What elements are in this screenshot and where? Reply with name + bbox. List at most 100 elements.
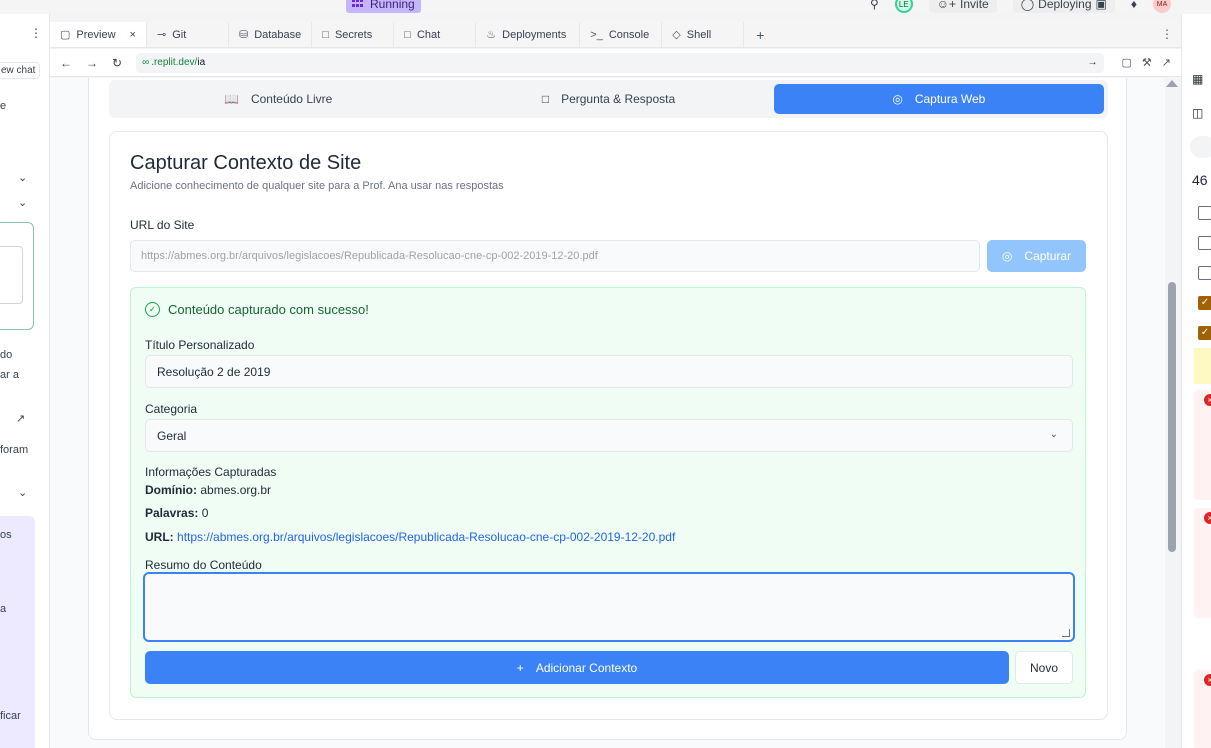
panel-icon[interactable]: ▦ <box>1192 72 1203 86</box>
add-tab-button[interactable]: + <box>744 22 776 47</box>
tab-captura-web[interactable]: ◎ Captura Web <box>773 84 1104 114</box>
preview-scrollbar[interactable] <box>1165 78 1179 748</box>
tab-shell[interactable]: ◇ Shell <box>662 22 745 47</box>
task-checkbox[interactable]: ✓ <box>1198 326 1211 340</box>
close-icon[interactable]: × <box>130 29 136 41</box>
page-title: Capturar Contexto de Site <box>130 152 362 174</box>
add-context-button[interactable]: + Adicionar Contexto <box>145 651 1009 684</box>
chat-textarea[interactable] <box>0 246 23 304</box>
error-icon: × <box>1204 674 1211 686</box>
external-link-icon[interactable]: ↗ <box>16 412 25 425</box>
chat-text-fragment: ar a <box>0 369 19 381</box>
plus-icon: + <box>516 660 524 675</box>
capture-label: Capturar <box>1024 249 1072 263</box>
refresh-icon[interactable]: ↻ <box>112 56 122 70</box>
error-icon: × <box>1204 512 1211 524</box>
chat-text-fragment: os <box>0 529 12 541</box>
category-select[interactable]: Geral ⌄ <box>145 419 1073 452</box>
search-icon[interactable]: ⚲ <box>870 0 879 11</box>
scroll-up-icon[interactable] <box>1166 80 1178 87</box>
url-label: URL do Site <box>130 218 195 232</box>
tab-pergunta-resposta[interactable]: □ Pergunta & Resposta <box>443 84 773 114</box>
go-arrow-icon[interactable]: → <box>1088 57 1098 68</box>
forward-arrow-icon[interactable]: → <box>86 56 98 70</box>
capture-card: Capturar Contexto de Site Adicione conhe… <box>109 131 1108 720</box>
summary-textarea[interactable] <box>143 572 1075 642</box>
task-checkbox[interactable] <box>1198 266 1211 280</box>
tab-deployments[interactable]: ♨ Deployments <box>476 22 581 47</box>
avatar[interactable]: LE <box>894 0 913 13</box>
words-label: Palavras: <box>145 506 199 520</box>
filter-pill[interactable] <box>1190 136 1211 158</box>
back-arrow-icon[interactable]: ← <box>60 56 72 70</box>
chevron-down-icon[interactable]: ⌄ <box>18 171 27 184</box>
captured-url-link[interactable]: https://abmes.org.br/arquivos/legislacoe… <box>177 530 675 544</box>
domain-label: Domínio: <box>145 483 197 497</box>
tab-database[interactable]: ⛁ Database <box>229 22 313 47</box>
globe-icon: ◎ <box>1001 249 1013 263</box>
domain-value: abmes.org.br <box>200 483 272 497</box>
mode-selector: 📖 Conteúdo Livre □ Pergunta & Resposta ◎… <box>109 80 1108 118</box>
running-status-button[interactable]: Running <box>346 0 421 13</box>
deploying-button[interactable]: ◯ Deploying ▣ <box>1012 0 1115 13</box>
tab-label: Console <box>608 28 650 41</box>
running-label: Running <box>370 0 415 11</box>
capture-button[interactable]: ◎ Capturar <box>987 240 1086 272</box>
tab-label: Shell <box>686 28 712 41</box>
terminal-icon: >_ <box>590 28 603 41</box>
tab-preview[interactable]: ▢ Preview × <box>50 22 147 47</box>
apps-grid-icon <box>352 0 364 9</box>
url-field[interactable]: ∞ .replit.dev/ ia → <box>136 52 1104 73</box>
chat-text-fragment: e <box>0 100 7 112</box>
scrollbar-thumb[interactable] <box>1168 282 1176 552</box>
invite-label: Invite <box>960 0 989 11</box>
chevron-down-icon[interactable]: ⌄ <box>18 196 27 209</box>
book-icon: 📖 <box>223 92 239 106</box>
tab-label: Secrets <box>334 28 373 41</box>
bell-icon[interactable]: ♦ <box>1131 0 1137 11</box>
shell-icon: ◇ <box>672 29 681 41</box>
tab-conteudo-livre[interactable]: 📖 Conteúdo Livre <box>113 84 443 114</box>
new-button[interactable]: Novo <box>1015 651 1073 684</box>
chevron-down-icon: ⌄ <box>1049 429 1058 440</box>
tab-label: Chat <box>416 28 441 41</box>
segment-label: Captura Web <box>914 92 986 106</box>
title-label: Título Personalizado <box>145 338 255 352</box>
invite-button[interactable]: ☺+ Invite <box>928 0 997 13</box>
chevron-down-icon[interactable]: ⌄ <box>18 486 27 499</box>
tab-chat[interactable]: □ Chat <box>394 22 477 47</box>
title-input[interactable]: Resolução 2 de 2019 <box>145 355 1073 388</box>
new-chat-button[interactable]: ew chat <box>0 62 41 79</box>
url-input[interactable]: https://abmes.org.br/arquivos/legislacoe… <box>130 240 980 272</box>
monitor-icon: ▢ <box>60 29 71 41</box>
open-new-tab-icon[interactable]: ↗ <box>1162 56 1171 69</box>
tab-git[interactable]: ⊸ Git <box>147 22 229 47</box>
words-value: 0 <box>201 506 209 520</box>
tab-label: Deployments <box>502 28 567 41</box>
task-checkbox[interactable]: ✓ <box>1198 296 1211 310</box>
words-info: Palavras: 0 <box>145 506 208 520</box>
more-menu-icon[interactable]: ⋮ <box>30 26 42 40</box>
task-checkbox[interactable] <box>1198 236 1211 250</box>
message-icon: □ <box>541 92 550 106</box>
wrench-icon[interactable]: ⚒ <box>1142 56 1152 69</box>
info-heading: Informações Capturadas <box>145 465 277 479</box>
chat-text-fragment: do <box>0 349 13 361</box>
segment-label: Conteúdo Livre <box>250 92 333 106</box>
top-right-actions: ⚲ LE ☺+ Invite ◯ Deploying ▣ ♦ MA <box>870 0 1171 13</box>
tab-console[interactable]: >_ Console <box>580 22 663 47</box>
add-context-label: Adicionar Contexto <box>535 660 638 675</box>
devices-icon[interactable]: ▢ <box>1122 56 1132 69</box>
warning-note <box>1194 348 1211 384</box>
success-heading: ✓ Conteúdo capturado com sucesso! <box>145 302 369 317</box>
tab-secrets[interactable]: □ Secrets <box>312 22 395 47</box>
chat-text-fragment: ficar <box>0 710 21 722</box>
user-avatar[interactable]: MA <box>1153 0 1171 13</box>
deploy-icon: ♨ <box>486 29 497 41</box>
more-menu-icon[interactable]: ⋮ <box>1161 27 1173 41</box>
sidebar-toggle-icon[interactable]: ◫ <box>1192 106 1203 120</box>
chat-text-fragment: a <box>0 603 7 615</box>
top-bar: Running ⚲ LE ☺+ Invite ◯ Deploying ▣ ♦ M… <box>0 0 1211 14</box>
task-checkbox[interactable] <box>1198 206 1211 220</box>
resize-handle-icon[interactable] <box>1062 629 1070 637</box>
